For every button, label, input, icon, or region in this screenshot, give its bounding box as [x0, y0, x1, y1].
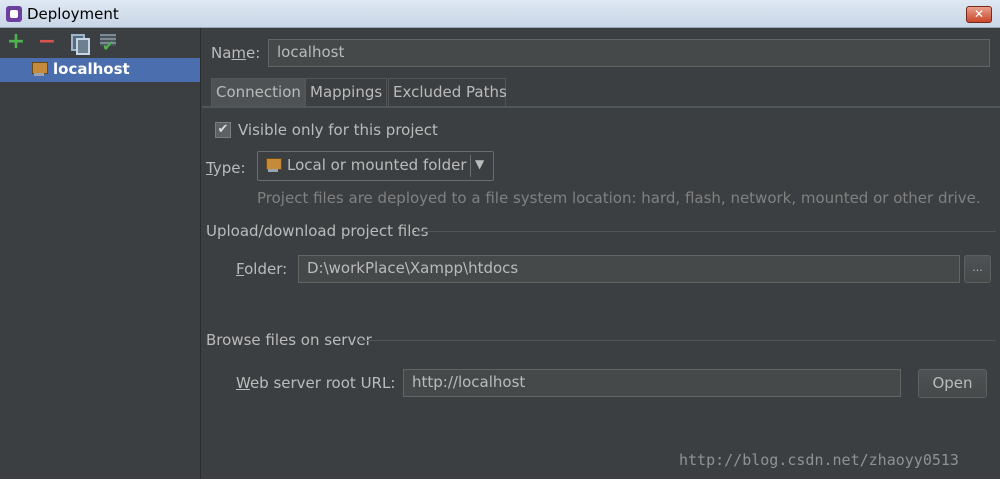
add-server-icon[interactable]: +: [6, 31, 26, 53]
open-button[interactable]: Open: [918, 369, 987, 398]
type-hint: Project files are deployed to a file sys…: [257, 189, 981, 207]
folder-field[interactable]: D:\workPlace\Xampp\htdocs: [298, 255, 960, 283]
copy-server-icon[interactable]: [68, 32, 90, 55]
tab-mappings[interactable]: Mappings: [305, 78, 387, 106]
server-toolbar: + −: [0, 28, 200, 57]
upload-section-divider: [416, 231, 996, 232]
browse-folder-button[interactable]: ...: [964, 255, 991, 283]
name-label: Name:: [211, 44, 261, 62]
folder-icon: [265, 158, 282, 173]
server-item-label: localhost: [53, 60, 130, 78]
browse-section-divider: [358, 340, 996, 341]
visible-only-checkbox[interactable]: ✔: [215, 122, 231, 138]
tab-connection[interactable]: Connection: [211, 78, 305, 106]
server-folder-icon: [31, 62, 48, 76]
watermark: http://blog.csdn.net/zhaoyy0513: [679, 451, 959, 469]
app-icon: [6, 6, 22, 22]
combo-separator: [470, 155, 471, 177]
type-select[interactable]: Local or mounted folder ▼: [257, 151, 494, 181]
upload-section-title: Upload/download project files: [206, 222, 429, 240]
close-button[interactable]: ✕: [966, 6, 992, 23]
tab-excluded-paths[interactable]: Excluded Paths: [388, 78, 507, 106]
server-settings-panel: Name: localhost Connection Mappings Excl…: [202, 28, 1000, 479]
visible-only-label: Visible only for this project: [238, 121, 438, 139]
type-label: Type:: [206, 159, 246, 177]
name-field[interactable]: localhost: [268, 39, 990, 67]
tab-underline: [202, 106, 1000, 108]
set-default-icon[interactable]: [98, 32, 118, 56]
web-root-url-field[interactable]: http://localhost: [403, 369, 901, 397]
folder-label: Folder:: [236, 260, 288, 278]
web-root-label: Web server root URL:: [236, 374, 396, 392]
window-title: Deployment: [27, 5, 119, 23]
server-list-panel: + − localhost: [0, 28, 201, 479]
remove-server-icon[interactable]: −: [37, 31, 57, 53]
type-select-value: Local or mounted folder: [287, 156, 467, 174]
browse-section-title: Browse files on server: [206, 331, 372, 349]
server-item-localhost[interactable]: localhost: [0, 58, 200, 82]
dropdown-arrow-icon[interactable]: ▼: [475, 157, 484, 171]
title-bar: Deployment ✕: [0, 0, 1000, 28]
